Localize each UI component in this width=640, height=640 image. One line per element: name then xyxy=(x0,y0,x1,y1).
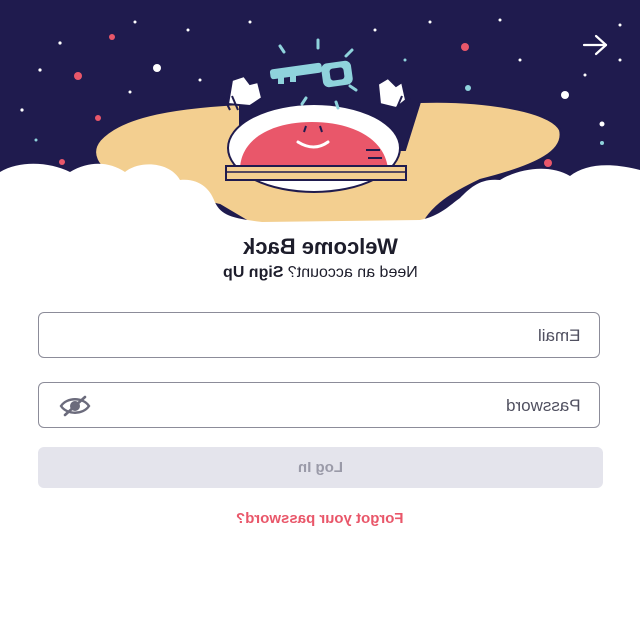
password-placeholder: Password xyxy=(506,396,581,415)
login-button-label: Log In xyxy=(298,459,343,476)
signup-link[interactable]: Sign Up xyxy=(223,264,283,281)
right-glove xyxy=(376,76,408,110)
arrow-right-icon[interactable] xyxy=(580,32,610,58)
email-field[interactable]: Email xyxy=(38,312,600,358)
password-field[interactable]: Password xyxy=(38,382,600,428)
eye-slash-icon[interactable] xyxy=(57,393,93,419)
login-button[interactable]: Log In xyxy=(38,447,603,488)
signup-prompt-text: Need an account? xyxy=(283,264,418,281)
email-placeholder: Email xyxy=(538,326,581,345)
page-title: Welcome Back xyxy=(0,234,640,260)
page-title-text: Welcome Back xyxy=(242,234,398,259)
forgot-password-text: Forgot your password? xyxy=(236,510,404,527)
signup-prompt: Need an account? Sign Up xyxy=(0,264,640,282)
hero-illustration xyxy=(0,0,640,230)
forgot-password-link[interactable]: Forgot your password? xyxy=(0,510,640,527)
helmet-collar xyxy=(225,165,407,181)
